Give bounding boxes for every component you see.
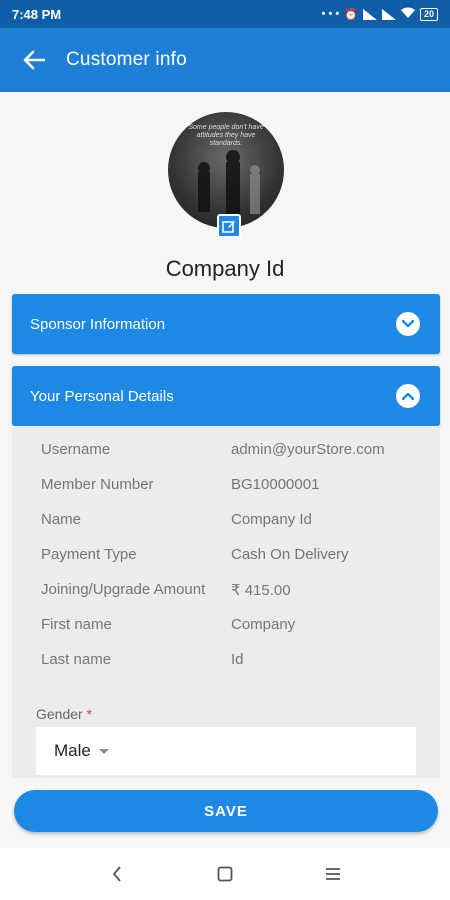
detail-row-first-name: First name Company [41,616,431,633]
detail-value: ₹ 415.00 [231,582,291,599]
app-bar: Customer info [0,28,450,92]
detail-row-joining-amount: Joining/Upgrade Amount ₹ 415.00 [41,581,431,599]
detail-label: Payment Type [41,546,137,563]
personal-details-title: Your Personal Details [30,387,174,405]
nav-home-icon[interactable] [210,859,240,889]
sponsor-information-title: Sponsor Information [30,315,166,333]
profile-name: Company Id [165,256,285,281]
detail-label: Member Number [41,476,154,493]
status-icons: • • • ⏰ 20 [322,7,438,21]
required-mark: * [86,706,93,722]
detail-label: Joining/Upgrade Amount [41,581,206,598]
detail-value: BG10000001 [231,476,320,493]
detail-value: admin@yourStore.com [231,441,385,458]
gender-label-text: Gender [36,706,83,722]
nav-back-icon[interactable] [102,859,132,889]
avatar-container: Some people don't have attitudes they ha… [168,112,284,238]
detail-value: Id [231,651,244,668]
detail-value: Company Id [231,511,312,528]
arrow-left-icon [23,50,45,70]
detail-row-username: Username admin@yourStore.com [41,441,431,458]
avatar[interactable]: Some people don't have attitudes they ha… [168,112,284,228]
detail-row-member-number: Member Number BG10000001 [41,476,431,493]
detail-value: Cash On Delivery [231,546,349,563]
edit-icon [222,221,235,233]
gender-select[interactable]: Male [36,727,416,775]
detail-label: First name [41,616,112,633]
personal-details-panel: Username admin@yourStore.com Member Numb… [12,426,440,778]
wifi-icon [400,7,415,21]
detail-label: Last name [41,651,112,668]
dropdown-caret-icon [98,748,109,754]
gender-label: Gender * [36,706,92,722]
save-button[interactable]: SAVE [14,790,438,832]
personal-details-header[interactable]: Your Personal Details [12,366,440,426]
gender-selected-value: Male [54,741,91,760]
detail-label: Username [41,441,111,458]
more-icon: • • • [321,8,340,20]
detail-row-last-name: Last name Id [41,651,431,668]
signal-icon [381,8,396,20]
system-nav-bar [0,848,450,900]
chess-pieces-image [198,150,260,217]
chevron-down-icon[interactable] [396,312,420,336]
back-button[interactable] [10,36,58,84]
detail-value: Company [231,616,296,633]
signal-icon [362,8,377,20]
detail-row-payment-type: Payment Type Cash On Delivery [41,546,431,563]
sponsor-information-header[interactable]: Sponsor Information [12,294,440,354]
chevron-up-icon[interactable] [396,384,420,408]
status-bar: 7:48 PM • • • ⏰ 20 [0,0,450,28]
status-time: 7:48 PM [12,6,62,22]
battery-icon: 20 [419,7,438,21]
nav-menu-icon[interactable] [318,859,348,889]
detail-label: Name [41,511,82,528]
alarm-icon: ⏰ [344,8,358,21]
edit-photo-button[interactable] [217,214,241,238]
page-title: Customer info [66,49,187,70]
detail-row-name: Name Company Id [41,511,431,528]
